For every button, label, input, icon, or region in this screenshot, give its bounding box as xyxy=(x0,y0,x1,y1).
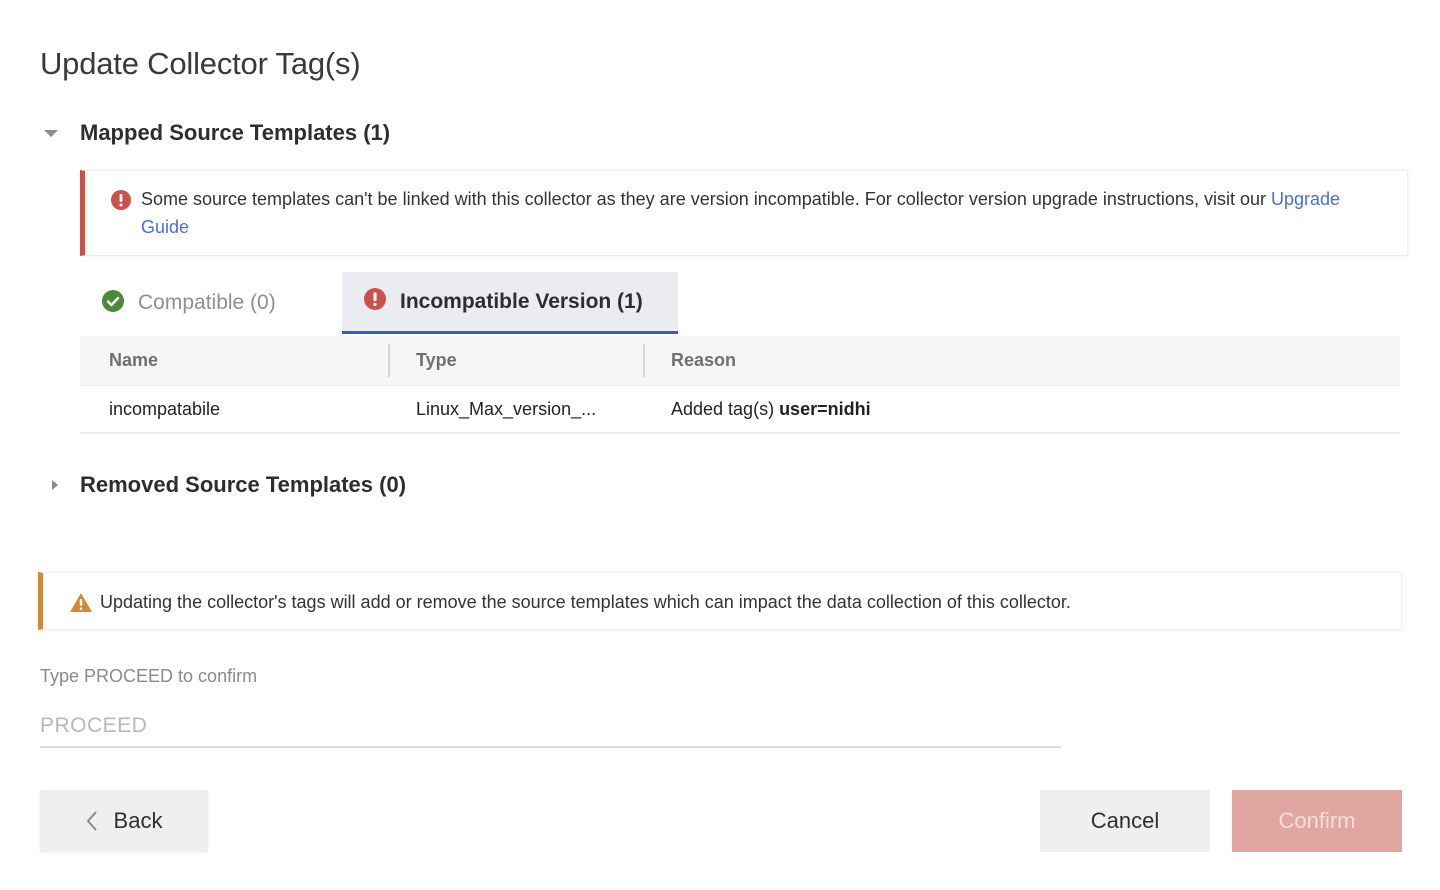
tab-incompatible-version-label: Incompatible Version (1) xyxy=(400,289,643,313)
page-title: Update Collector Tag(s) xyxy=(40,46,361,81)
table-header: Name Type Reason xyxy=(80,336,1400,386)
tags-warning-alert: Updating the collector's tags will add o… xyxy=(38,572,1402,630)
removed-source-templates-label: Removed Source Templates (0) xyxy=(80,472,407,497)
caret-down-icon xyxy=(40,129,80,137)
error-alert-message: Some source templates can't be linked wi… xyxy=(141,189,1271,209)
cell-reason-tag: user=nidhi xyxy=(779,398,871,419)
error-alert-text: Some source templates can't be linked wi… xyxy=(141,185,1381,241)
mapped-source-templates-toggle[interactable]: Mapped Source Templates (1) xyxy=(40,120,390,146)
incompatible-error-alert: Some source templates can't be linked wi… xyxy=(80,170,1408,256)
cell-reason: Added tag(s) user=nidhi xyxy=(643,399,1400,420)
warning-alert-text: Updating the collector's tags will add o… xyxy=(100,592,1071,612)
check-circle-icon xyxy=(102,289,124,317)
tab-incompatible-version[interactable]: Incompatible Version (1) xyxy=(342,272,678,334)
cell-reason-prefix: Added tag(s) xyxy=(671,398,780,419)
error-circle-icon xyxy=(111,190,131,215)
back-button-label: Back xyxy=(113,808,163,833)
tab-compatible-label: Compatible (0) xyxy=(138,291,276,314)
table-row[interactable]: incompatabile Linux_Max_version_... Adde… xyxy=(80,386,1400,434)
column-header-type[interactable]: Type xyxy=(388,336,643,385)
warning-triangle-icon xyxy=(69,592,93,618)
cell-type: Linux_Max_version_... xyxy=(416,398,597,419)
removed-source-templates-toggle[interactable]: Removed Source Templates (0) xyxy=(40,472,406,498)
mapped-source-templates-label: Mapped Source Templates (1) xyxy=(80,120,391,145)
confirm-button[interactable]: Confirm xyxy=(1232,790,1402,852)
incompatible-templates-table: Name Type Reason incompatabile Linux_Max… xyxy=(80,336,1400,434)
caret-right-icon xyxy=(40,480,80,490)
column-header-reason[interactable]: Reason xyxy=(643,336,1400,385)
cell-name: incompatabile xyxy=(109,398,221,419)
column-header-name[interactable]: Name xyxy=(80,336,388,385)
back-button[interactable]: Back xyxy=(40,790,208,852)
chevron-left-icon xyxy=(86,810,98,832)
error-circle-icon xyxy=(364,288,386,315)
proceed-confirm-input[interactable] xyxy=(40,706,1061,748)
compatibility-tabs: Compatible (0) Incompatible Version (1) xyxy=(80,272,678,334)
tab-compatible[interactable]: Compatible (0) xyxy=(80,272,342,334)
cancel-button[interactable]: Cancel xyxy=(1040,790,1210,852)
confirm-field-label: Type PROCEED to confirm xyxy=(40,666,258,686)
